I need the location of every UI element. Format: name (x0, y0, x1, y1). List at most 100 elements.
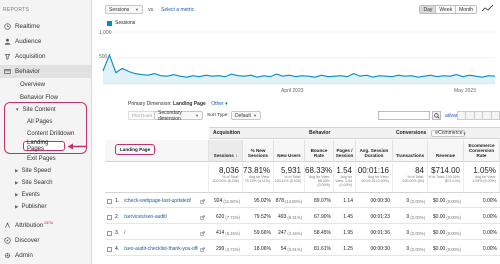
row-checkbox[interactable] (107, 194, 112, 208)
legend-swatch (107, 20, 112, 26)
ecommerce-rate-cell: 0.00% (482, 214, 497, 220)
arrow-left-icon (67, 143, 86, 150)
new-sessions-header[interactable]: % New Sessions (243, 140, 274, 162)
caret-right-icon: ▶ (15, 204, 19, 209)
row-number: 2. (115, 214, 120, 220)
select-metric-link[interactable]: Select a metric (161, 7, 194, 13)
open-page-icon[interactable] (200, 242, 205, 256)
chart-controls: Sessions ▼ vs. Select a metric Day Week M… (105, 4, 495, 15)
transactions-cell: 0 (0.00%) (406, 230, 425, 236)
view-pivot-icon[interactable] (490, 111, 500, 120)
sidebar-item-behavior-flow[interactable]: Behavior Flow (20, 95, 58, 101)
new-users-header[interactable]: New Users (274, 140, 305, 162)
row-number: 4. (115, 246, 120, 252)
pages-session-header[interactable]: Pages / Session (334, 140, 356, 162)
landing-page-header[interactable]: Landing Page (105, 140, 209, 162)
sidebar-item-attribution[interactable]: AttributionBETA (0, 219, 91, 232)
pages-session-cell: 1.95 (343, 230, 353, 236)
sidebar-item-realtime[interactable]: Realtime (0, 20, 91, 33)
period-week-button[interactable]: Week (435, 6, 456, 13)
total-pages-session: 1.54 Avg for View: 1.54 (0.00%) (334, 163, 356, 193)
primary-dimension-bar: Primary Dimension: Landing Page Other ▾ (128, 101, 228, 107)
sidebar-item-site-speed[interactable]: ▶ Site Speed (15, 168, 51, 174)
sessions-cell: 414 (5.15%) (215, 230, 240, 236)
bounce-rate-header[interactable]: Bounce Rate (305, 140, 334, 162)
table-row: 3. / 414 (5.15%) 59.66% 247 (4.16%) 58.45% 1.95 0… (105, 226, 500, 240)
period-month-button[interactable]: Month (455, 6, 476, 13)
sidebar-item-discover[interactable]: Discover (0, 234, 91, 247)
avg-session-duration-header[interactable]: Avg. Session Duration (356, 140, 393, 162)
search-icon[interactable] (432, 111, 441, 120)
period-day-button[interactable]: Day (420, 6, 436, 13)
sidebar-item-label: Acquisition (15, 53, 46, 60)
sidebar-item-acquisition[interactable]: Acquisition (0, 50, 91, 63)
avg-duration-cell: 00:00:30 (370, 246, 390, 252)
row-checkbox[interactable] (107, 210, 112, 224)
bounce-rate-cell: 67.90% (314, 214, 331, 220)
primary-dimension-label: Primary Dimension: (128, 101, 172, 107)
ecommerce-rate-header[interactable]: Ecommerce Conversion Rate (464, 140, 500, 162)
sidebar-item-label: Realtime (15, 23, 40, 30)
primary-dimension-value[interactable]: Landing Page (173, 101, 206, 107)
sidebar-item-behavior[interactable]: Behavior (0, 65, 91, 78)
open-page-icon[interactable] (200, 226, 205, 240)
revenue-header[interactable]: Revenue (428, 140, 464, 162)
conversion-type-dropdown[interactable]: eCommerce ▼ (431, 129, 467, 137)
sidebar: REPORTS Realtime Audience Acquisition Be… (0, 0, 92, 264)
attribution-icon (0, 222, 14, 229)
open-page-icon[interactable] (200, 194, 205, 208)
chart-type-icon[interactable] (481, 4, 495, 15)
conversions-group-header: Conversions eCommerce ▼ (393, 127, 500, 139)
caret-right-icon: ▶ (15, 168, 19, 173)
sidebar-item-admin[interactable]: Admin (0, 249, 91, 262)
transactions-header[interactable]: Transactions (393, 140, 428, 162)
main-content: Sessions ▼ vs. Select a metric Day Week M… (93, 0, 500, 264)
row-checkbox[interactable] (107, 226, 112, 240)
sidebar-item-label: Admin (15, 252, 33, 259)
sessions-area (103, 54, 495, 84)
sidebar-item-site-content[interactable]: ▼ Site Content (15, 107, 56, 113)
bounce-rate-cell: 81.61% (314, 246, 331, 252)
landing-page-link[interactable]: /check-webpage-last-updated/ (124, 194, 198, 208)
sort-type-dropdown[interactable]: Default ▼ (231, 111, 261, 120)
sidebar-item-audience[interactable]: Audience (0, 35, 91, 48)
sidebar-item-exit-pages[interactable]: Exit Pages (27, 156, 56, 162)
avg-duration-cell: 00:01:36 (370, 230, 390, 236)
person-icon (0, 38, 14, 45)
row-checkbox[interactable] (107, 242, 112, 256)
sessions-header[interactable]: Sessions ↓ (209, 140, 243, 162)
sessions-line-chart: 1,000 500 April 2023 May 2023 (99, 30, 496, 94)
sidebar-item-label: Discover (15, 237, 40, 244)
other-dimension-link[interactable]: Other ▾ (211, 101, 227, 107)
table-search-input[interactable] (378, 111, 430, 120)
metric-dropdown[interactable]: Sessions ▼ (105, 5, 143, 14)
sidebar-item-events[interactable]: ▶ Events (15, 192, 40, 198)
ecommerce-rate-cell: 0.00% (482, 246, 497, 252)
chevron-down-icon: ▼ (195, 113, 199, 118)
sessions-cell: 299 (3.72%) (215, 246, 240, 252)
total-sessions: 8,036% of Total: 100.00% (8,036) (209, 163, 243, 193)
sidebar-item-content-drilldown[interactable]: Content Drilldown (27, 131, 74, 137)
plot-rows-button[interactable]: Plot Rows (128, 111, 157, 120)
sidebar-item-landing-pages[interactable]: Landing Pages (23, 140, 65, 152)
clock-icon (0, 23, 14, 30)
open-page-icon[interactable] (200, 210, 205, 224)
table-view-switcher[interactable] (457, 111, 500, 120)
discover-icon (0, 237, 14, 244)
period-toggle: Day Week Month (419, 5, 477, 14)
transactions-cell: 0 (0.00%) (406, 246, 425, 252)
sidebar-item-overview[interactable]: Overview (20, 82, 45, 88)
sidebar-item-label: Audience (15, 38, 42, 45)
sidebar-item-publisher[interactable]: ▶ Publisher (15, 204, 46, 210)
total-ecommerce-rate: 1.05% Avg for View: 1.05% (0.00%) (464, 163, 500, 193)
secondary-dimension-dropdown[interactable]: Secondary dimension ▼ (154, 110, 203, 122)
landing-page-link[interactable]: /seo-audit-checklist-thank-you-offer/ (124, 242, 198, 256)
sidebar-item-site-search[interactable]: ▶ Site Search (15, 180, 53, 186)
transactions-cell: 0 (0.00%) (406, 214, 425, 220)
revenue-cell: $0.00 (0.00%) (432, 198, 461, 204)
legend-label: Sessions (115, 20, 136, 26)
sidebar-item-all-pages[interactable]: All Pages (27, 119, 52, 125)
landing-page-link[interactable]: /services/seo-audit/ (124, 210, 198, 224)
landing-page-link[interactable]: / (124, 226, 198, 240)
acquisition-group-header: Acquisition (209, 127, 305, 139)
